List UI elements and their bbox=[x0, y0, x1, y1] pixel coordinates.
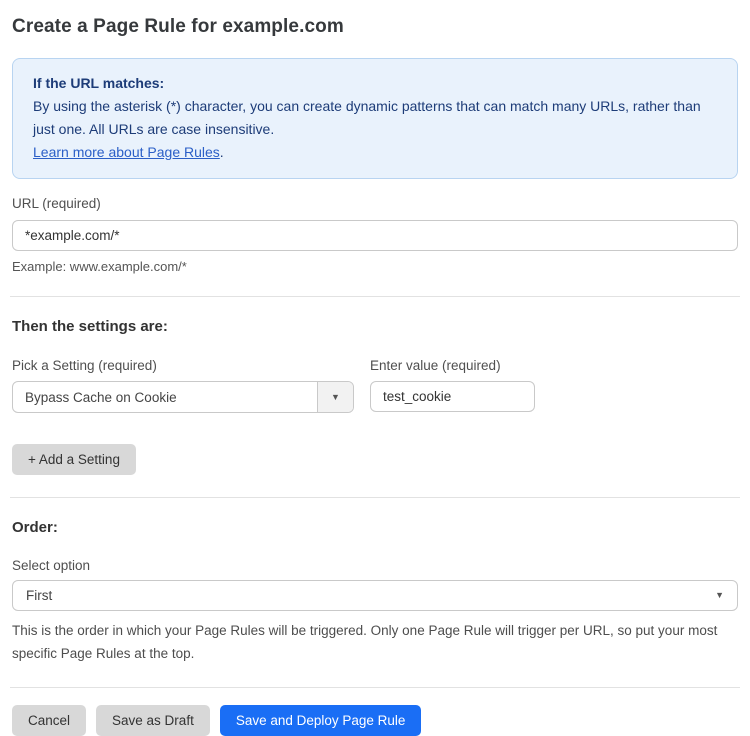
value-column: Enter value (required) bbox=[370, 341, 535, 413]
page-title: Create a Page Rule for example.com bbox=[12, 12, 738, 38]
settings-section-heading: Then the settings are: bbox=[12, 318, 738, 335]
info-box-link-line: Learn more about Page Rules. bbox=[33, 141, 717, 164]
settings-row: Pick a Setting (required) Bypass Cache o… bbox=[12, 341, 738, 413]
url-input[interactable] bbox=[12, 220, 738, 251]
chevron-down-icon: ▼ bbox=[331, 393, 340, 402]
link-period: . bbox=[220, 144, 224, 160]
order-select-label: Select option bbox=[12, 558, 738, 573]
setting-select-label: Pick a Setting (required) bbox=[12, 358, 354, 373]
add-setting-button[interactable]: + Add a Setting bbox=[12, 444, 136, 475]
order-select[interactable]: First ▼ bbox=[12, 580, 738, 611]
save-as-draft-button[interactable]: Save as Draft bbox=[96, 705, 210, 736]
setting-select-arrow-button[interactable]: ▼ bbox=[317, 382, 353, 412]
setting-column: Pick a Setting (required) Bypass Cache o… bbox=[12, 341, 354, 413]
setting-select-value: Bypass Cache on Cookie bbox=[13, 382, 317, 412]
divider bbox=[10, 296, 740, 297]
order-select-value: First bbox=[26, 588, 715, 603]
divider bbox=[10, 497, 740, 498]
url-example-helper: Example: www.example.com/* bbox=[12, 259, 738, 274]
order-helper-text: This is the order in which your Page Rul… bbox=[12, 619, 730, 665]
learn-more-link[interactable]: Learn more about Page Rules bbox=[33, 144, 220, 160]
setting-select[interactable]: Bypass Cache on Cookie ▼ bbox=[12, 381, 354, 413]
info-box-heading: If the URL matches: bbox=[33, 72, 717, 95]
url-field-label: URL (required) bbox=[12, 196, 738, 211]
cancel-button[interactable]: Cancel bbox=[12, 705, 86, 736]
chevron-down-icon: ▼ bbox=[715, 591, 724, 600]
url-match-info-box: If the URL matches: By using the asteris… bbox=[12, 58, 738, 179]
form-actions: Cancel Save as Draft Save and Deploy Pag… bbox=[12, 705, 738, 736]
setting-value-label: Enter value (required) bbox=[370, 358, 535, 373]
order-section-heading: Order: bbox=[12, 519, 738, 536]
create-page-rule-form: Create a Page Rule for example.com If th… bbox=[0, 0, 750, 688]
info-box-body: By using the asterisk (*) character, you… bbox=[33, 95, 717, 141]
save-and-deploy-button[interactable]: Save and Deploy Page Rule bbox=[220, 705, 422, 736]
setting-value-input[interactable] bbox=[370, 381, 535, 412]
